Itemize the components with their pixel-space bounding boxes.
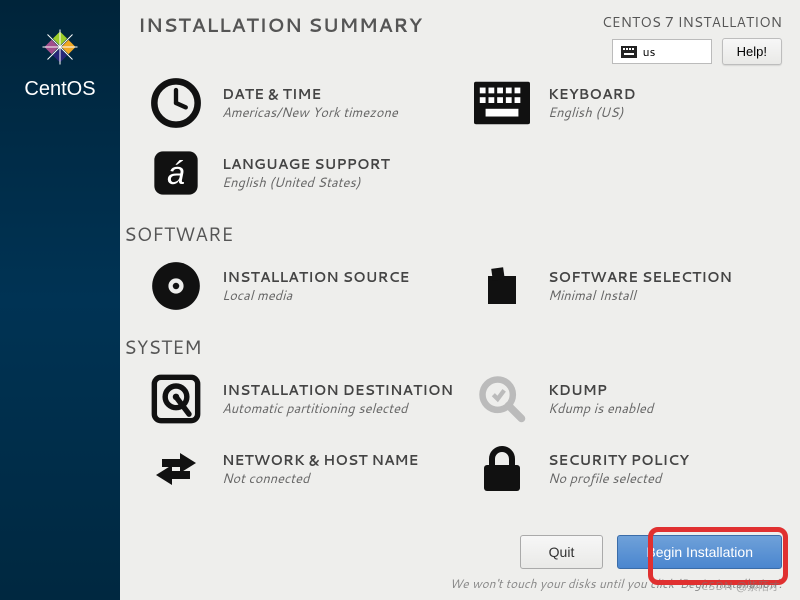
spoke-datetime[interactable]: DATE & TIMEAmericas/New York timezone [148, 71, 454, 135]
help-button[interactable]: Help! [722, 38, 782, 65]
item-title: INSTALLATION DESTINATION [222, 380, 453, 400]
harddisk-icon [148, 371, 204, 427]
quit-button[interactable]: Quit [520, 535, 604, 569]
watermark: CSDN @紫陌才 [700, 578, 780, 594]
spoke-security[interactable]: SECURITY POLICYNo profile selected [474, 437, 780, 501]
item-sub: Not connected [222, 470, 418, 488]
begin-installation-button[interactable]: Begin Installation [617, 535, 782, 569]
lock-icon [474, 441, 530, 497]
content: DATE & TIMEAmericas/New York timezone KE… [120, 71, 800, 523]
network-icon [148, 441, 204, 497]
spoke-software[interactable]: SOFTWARE SELECTIONMinimal Install [474, 254, 780, 318]
clock-icon [148, 75, 204, 131]
category-system: SYSTEM [120, 326, 790, 367]
item-title: DATE & TIME [222, 84, 398, 104]
centos-logo-icon [35, 22, 85, 72]
item-title: SECURITY POLICY [548, 450, 689, 470]
language-icon: á [148, 145, 204, 201]
magnifier-icon [474, 371, 530, 427]
item-sub: Kdump is enabled [548, 400, 653, 418]
page-title: INSTALLATION SUMMARY [138, 12, 422, 39]
package-icon [474, 258, 530, 314]
spoke-network[interactable]: NETWORK & HOST NAMENot connected [148, 437, 454, 501]
spoke-language[interactable]: á LANGUAGE SUPPORTEnglish (United States… [148, 141, 454, 205]
keyboard-icon [474, 75, 530, 131]
keyboard-mini-icon [621, 46, 637, 58]
svg-text:á: á [167, 155, 185, 191]
kb-layout-text: us [643, 43, 656, 60]
category-software: SOFTWARE [120, 213, 790, 254]
item-title: INSTALLATION SOURCE [222, 267, 409, 287]
spoke-keyboard[interactable]: KEYBOARDEnglish (US) [474, 71, 780, 135]
product-label: CENTOS 7 INSTALLATION [602, 12, 782, 32]
item-title: KEYBOARD [548, 84, 636, 104]
item-sub: Local media [222, 287, 409, 305]
brand-name: CentOS [24, 78, 95, 101]
disc-icon [148, 258, 204, 314]
item-title: LANGUAGE SUPPORT [222, 154, 390, 174]
footer: Quit Begin Installation We won't touch y… [120, 523, 800, 600]
spoke-kdump[interactable]: KDUMPKdump is enabled [474, 367, 780, 431]
item-sub: English (US) [548, 104, 636, 122]
main: INSTALLATION SUMMARY CENTOS 7 INSTALLATI… [120, 0, 800, 600]
item-sub: English (United States) [222, 174, 390, 192]
sidebar: CentOS [0, 0, 120, 600]
item-sub: Automatic partitioning selected [222, 400, 453, 418]
item-title: KDUMP [548, 380, 653, 400]
spoke-source[interactable]: INSTALLATION SOURCELocal media [148, 254, 454, 318]
topbar: INSTALLATION SUMMARY CENTOS 7 INSTALLATI… [120, 0, 800, 71]
item-sub: Minimal Install [548, 287, 732, 305]
keyboard-layout-indicator[interactable]: us [612, 39, 712, 64]
item-title: NETWORK & HOST NAME [222, 450, 418, 470]
item-title: SOFTWARE SELECTION [548, 267, 732, 287]
spoke-destination[interactable]: INSTALLATION DESTINATIONAutomatic partit… [148, 367, 454, 431]
item-sub: No profile selected [548, 470, 689, 488]
item-sub: Americas/New York timezone [222, 104, 398, 122]
